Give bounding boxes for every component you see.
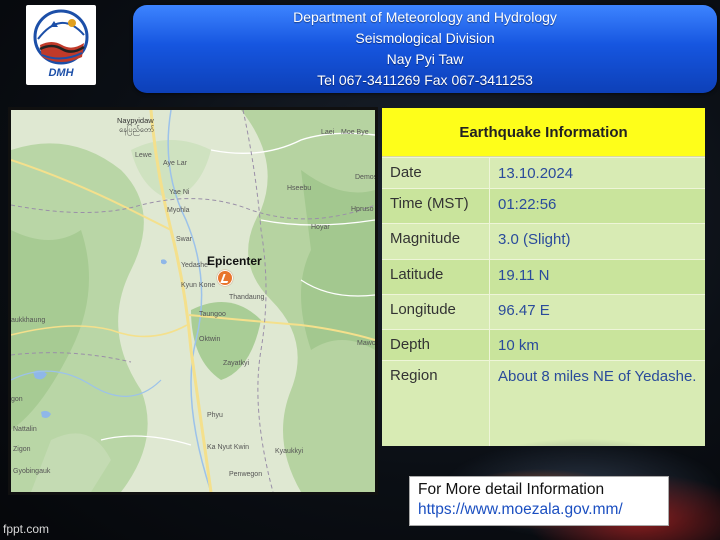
info-label: Depth	[382, 330, 490, 360]
map-label-hoyar: Hoyar	[311, 224, 330, 231]
info-title: Earthquake Information	[382, 108, 705, 157]
map-label-myohla: Myohla	[167, 207, 190, 214]
map-label-paukkhaung: aukkhaung	[11, 317, 46, 324]
map-label-hseebu: Hseebu	[287, 185, 312, 192]
detail-info-box: For More detail Information https://www.…	[409, 476, 669, 526]
header-banner: Department of Meteorology and Hydrology …	[133, 5, 717, 93]
header-contact: Tel 067-3411269 Fax 067-3411253	[317, 72, 533, 88]
info-row-time: Time (MST) 01:22:56	[382, 188, 705, 223]
map-label-naypyidaw: Naypyidaw	[117, 116, 154, 125]
map-label-kyunkone: Kyun Kone	[181, 282, 216, 289]
header-department: Department of Meteorology and Hydrology	[293, 9, 557, 25]
info-row-region: Region About 8 miles NE of Yedashe.	[382, 360, 705, 446]
info-value: 96.47 E	[498, 302, 550, 319]
info-row-magnitude: Magnitude 3.0 (Slight)	[382, 223, 705, 259]
info-label: Latitude	[382, 260, 490, 294]
map-label-phyu: Phyu	[207, 412, 223, 419]
map-label-gon: gon	[11, 396, 23, 403]
map-label-lewe: Lewe	[135, 152, 152, 159]
map-label-mawchi: Mawc	[357, 340, 376, 347]
info-row-depth: Depth 10 km	[382, 329, 705, 360]
info-label: Region	[382, 361, 490, 446]
map-label-hpruso: Hpruso	[351, 206, 374, 213]
info-label: Longitude	[382, 295, 490, 329]
map-label-gyobingauk: Gyobingauk	[13, 468, 51, 475]
detail-link[interactable]: https://www.moezala.gov.mm/	[418, 499, 668, 520]
epicenter-map: Naypyidaw နေပြည်တော် Lewe Aye Lar Yae Ni…	[8, 107, 378, 495]
info-value: 19.11 N	[498, 267, 550, 284]
map-label-taungoo: Taungoo	[199, 311, 226, 318]
map-label-moebye: Moe Bye	[341, 129, 369, 136]
map-label-zayatkyi: Zayatkyi	[223, 360, 250, 367]
map-terrain	[11, 110, 375, 492]
info-label: Time (MST)	[382, 189, 490, 223]
header-city: Nay Pyi Taw	[386, 51, 464, 67]
info-row-latitude: Latitude 19.11 N	[382, 259, 705, 294]
info-value: 13.10.2024	[498, 165, 574, 182]
logo-text: DMH	[48, 67, 74, 79]
info-value: 3.0 (Slight)	[498, 231, 571, 248]
map-label-laei: Laei	[321, 129, 335, 136]
info-value: 01:22:56	[498, 196, 557, 213]
earthquake-info-table: Earthquake Information Date 13.10.2024 T…	[382, 108, 705, 446]
info-value: 10 km	[498, 337, 539, 354]
map-label-thandaung: Thandaung	[229, 294, 265, 301]
header-division: Seismological Division	[355, 30, 495, 46]
map-label-naypyidaw-mm: နေပြည်တော်	[119, 125, 155, 134]
info-label: Date	[382, 158, 490, 188]
map-label-oktwin: Oktwin	[199, 336, 221, 343]
map-label-demoso: Demos	[355, 174, 378, 181]
info-label: Magnitude	[382, 224, 490, 259]
map-label-yedashe: Yedashe	[181, 262, 208, 269]
info-value: About 8 miles NE of Yedashe.	[498, 368, 697, 385]
map-label-kanyutkwin: Ka Nyut Kwin	[207, 444, 250, 451]
epicenter-marker-icon	[217, 270, 233, 286]
map-label-ayelar: Aye Lar	[163, 160, 187, 167]
epicenter-label: Epicenter	[207, 254, 262, 268]
map-label-yaeni: Yae Ni	[169, 189, 190, 196]
map-label-nattalin: Nattalin	[13, 426, 37, 433]
map-label-kyaukkyi: Kyaukkyi	[275, 448, 304, 455]
map-label-swar: Swar	[176, 236, 192, 243]
map-label-zigon: Zigon	[13, 446, 31, 453]
footer-credit: fppt.com	[3, 522, 50, 536]
info-row-longitude: Longitude 96.47 E	[382, 294, 705, 329]
info-row-date: Date 13.10.2024	[382, 157, 705, 188]
dmh-logo: DMH	[26, 5, 96, 85]
map-label-penwegon: Penwegon	[229, 471, 263, 478]
detail-caption: For More detail Information	[418, 481, 605, 498]
